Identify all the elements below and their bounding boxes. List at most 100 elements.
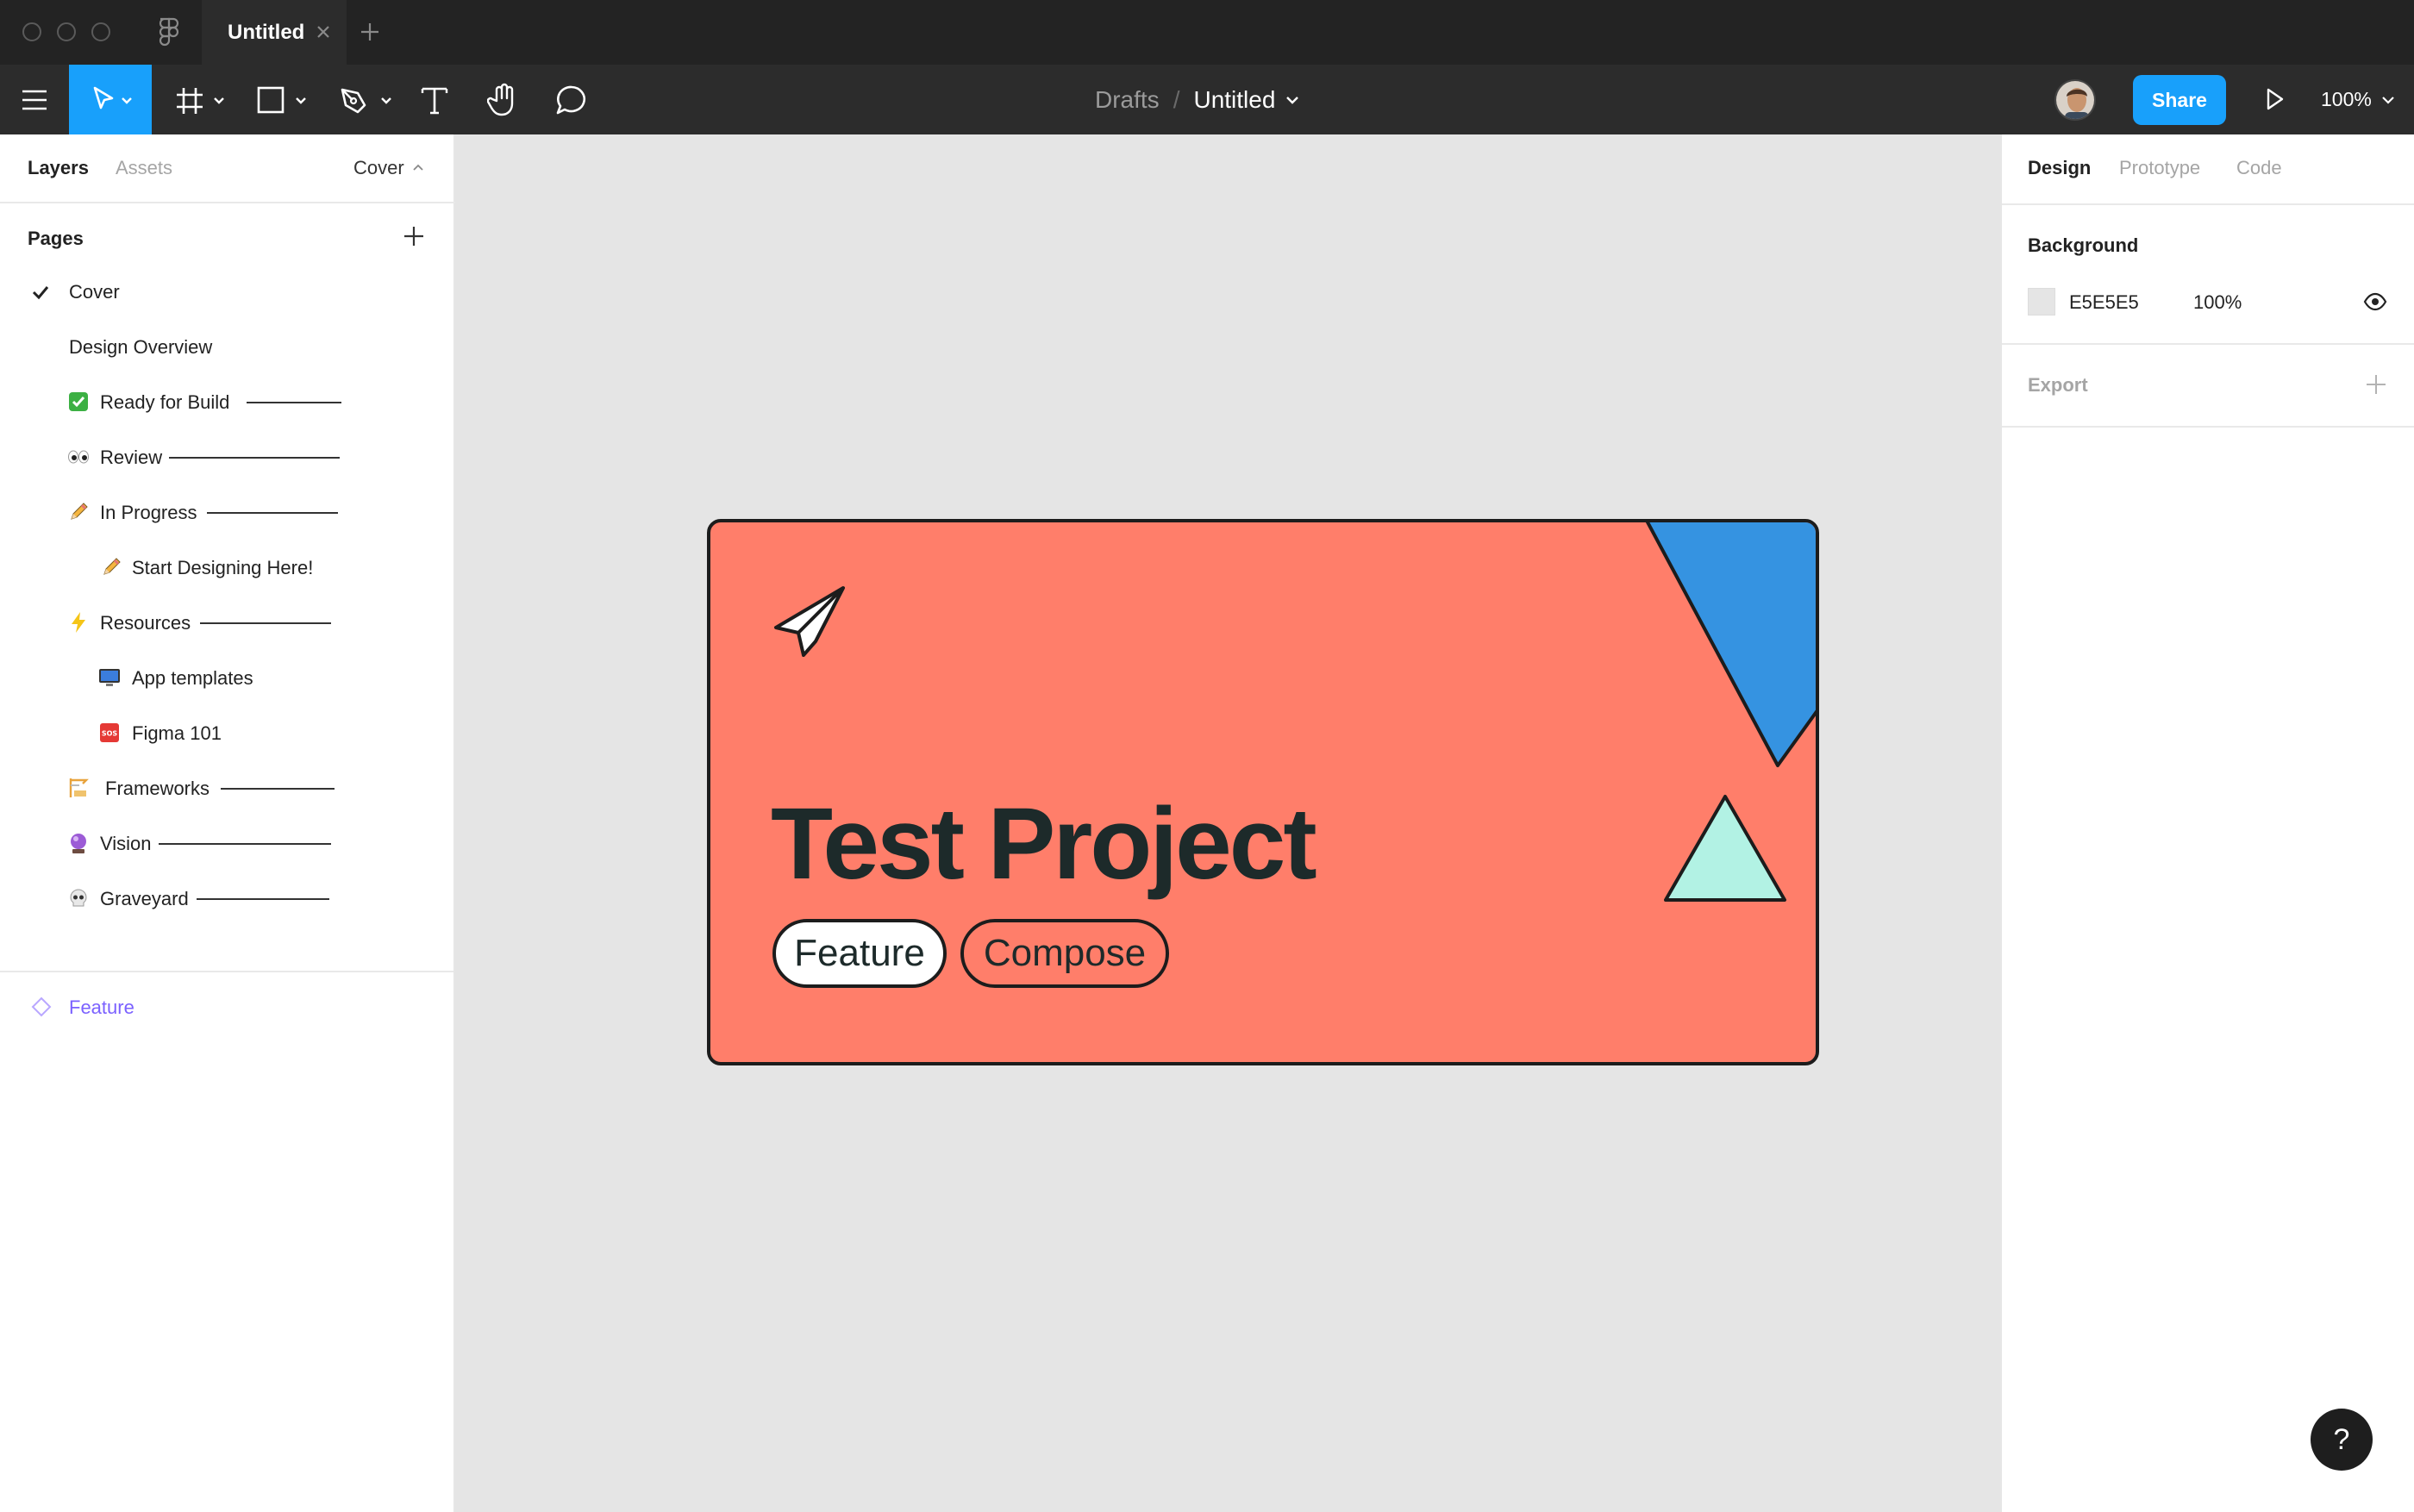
present-play-icon[interactable] bbox=[2257, 82, 2292, 116]
page-item-ready-for-build[interactable]: Ready for Build bbox=[0, 374, 453, 429]
layer-item-feature[interactable]: Feature bbox=[0, 986, 453, 1028]
export-section-title: Export bbox=[2028, 374, 2088, 396]
minimize-window-button[interactable] bbox=[57, 22, 76, 41]
hamburger-icon bbox=[22, 90, 47, 109]
computer-emoji-icon bbox=[98, 666, 121, 689]
figma-logo-icon[interactable] bbox=[155, 17, 183, 48]
cover-frame[interactable]: Test Project Feature Compose bbox=[707, 519, 1819, 1065]
zoom-menu[interactable]: 100% bbox=[2321, 65, 2398, 134]
maximize-window-button[interactable] bbox=[91, 22, 110, 41]
construction-emoji-icon bbox=[67, 777, 90, 799]
new-tab-icon[interactable] bbox=[357, 19, 383, 45]
current-page-label: Cover bbox=[353, 157, 404, 178]
component-instance-icon bbox=[31, 997, 52, 1017]
file-tab[interactable]: Untitled bbox=[202, 0, 347, 65]
page-item-graveyard[interactable]: Graveyard bbox=[0, 871, 453, 926]
page-label: Cover bbox=[69, 281, 120, 303]
move-tool-button[interactable] bbox=[69, 65, 152, 134]
comment-tool-button[interactable] bbox=[548, 65, 595, 134]
tab-assets[interactable]: Assets bbox=[116, 157, 172, 179]
shape-tool-button[interactable] bbox=[250, 65, 317, 134]
chevron-down-icon[interactable] bbox=[1282, 90, 1303, 110]
pen-tool-button[interactable] bbox=[333, 65, 402, 134]
background-hex-input[interactable]: E5E5E5 bbox=[2069, 291, 2139, 314]
text-tool-button[interactable] bbox=[414, 65, 455, 134]
page-label: Start Designing Here! bbox=[132, 557, 314, 578]
design-canvas[interactable]: Test Project Feature Compose bbox=[455, 134, 2000, 1512]
background-opacity-input[interactable]: 100% bbox=[2193, 291, 2242, 314]
eyes-emoji-icon bbox=[67, 446, 90, 468]
page-item-vision[interactable]: Vision bbox=[0, 815, 453, 871]
panel-divider bbox=[0, 971, 453, 972]
eye-icon[interactable] bbox=[2362, 290, 2388, 314]
left-sidebar: Layers Assets Cover Pages Cover Design O… bbox=[0, 134, 455, 1512]
page-label: Ready for Build bbox=[100, 391, 230, 413]
page-item-cover[interactable]: Cover bbox=[0, 264, 453, 319]
comment-icon bbox=[556, 85, 585, 114]
page-item-design-overview[interactable]: Design Overview bbox=[0, 319, 453, 374]
skull-emoji-icon bbox=[67, 887, 90, 909]
frame-tool-button[interactable] bbox=[169, 65, 235, 134]
pages-header: Pages bbox=[28, 228, 84, 249]
divider-line bbox=[200, 622, 331, 624]
hand-icon bbox=[487, 83, 514, 116]
current-page-toggle[interactable]: Cover bbox=[353, 157, 425, 179]
text-icon bbox=[421, 87, 448, 114]
hand-tool-button[interactable] bbox=[481, 65, 526, 134]
tab-prototype[interactable]: Prototype bbox=[2119, 157, 2200, 179]
lightning-emoji-icon bbox=[67, 611, 90, 634]
svg-text:SOS: SOS bbox=[102, 730, 118, 738]
page-item-start-designing[interactable]: Start Designing Here! bbox=[0, 540, 453, 595]
main-menu-button[interactable] bbox=[0, 65, 69, 134]
tab-design[interactable]: Design bbox=[2028, 157, 2091, 179]
title-bar: Untitled bbox=[0, 0, 2414, 65]
layer-label: Feature bbox=[69, 997, 134, 1018]
close-tab-icon[interactable] bbox=[312, 21, 335, 43]
left-panel-tabs: Layers Assets Cover bbox=[0, 134, 455, 203]
background-section-title: Background bbox=[2028, 234, 2139, 256]
page-label: In Progress bbox=[100, 502, 197, 523]
chevron-down-icon bbox=[2382, 96, 2394, 104]
page-item-in-progress[interactable]: In Progress bbox=[0, 484, 453, 540]
add-page-icon[interactable] bbox=[402, 224, 426, 248]
close-window-button[interactable] bbox=[22, 22, 41, 41]
properties-tabs: Design Prototype Code bbox=[2002, 134, 2414, 205]
feature-tag: Feature bbox=[772, 919, 947, 988]
breadcrumb-separator: / bbox=[1173, 85, 1180, 113]
share-button[interactable]: Share bbox=[2133, 75, 2226, 125]
page-item-resources[interactable]: Resources bbox=[0, 595, 453, 650]
rectangle-icon bbox=[257, 86, 306, 113]
page-item-app-templates[interactable]: App templates bbox=[0, 650, 453, 705]
chevron-up-icon bbox=[413, 164, 423, 171]
pen-icon bbox=[341, 88, 391, 113]
page-label: Resources bbox=[100, 612, 191, 634]
divider-line bbox=[221, 788, 335, 790]
tab-code[interactable]: Code bbox=[2236, 157, 2282, 179]
help-button[interactable]: ? bbox=[2311, 1409, 2373, 1471]
page-item-review[interactable]: Review bbox=[0, 429, 453, 484]
frame-icon bbox=[177, 87, 224, 114]
page-label: Figma 101 bbox=[132, 722, 222, 744]
page-item-figma-101[interactable]: SOS Figma 101 bbox=[0, 705, 453, 760]
breadcrumb-drafts-link[interactable]: Drafts bbox=[1095, 86, 1160, 114]
background-color-swatch[interactable] bbox=[2028, 288, 2055, 316]
page-label: Graveyard bbox=[100, 888, 189, 909]
divider-line bbox=[247, 402, 341, 403]
file-name-menu[interactable]: Untitled bbox=[1193, 86, 1275, 114]
panel-divider bbox=[2002, 426, 2414, 428]
compose-tag: Compose bbox=[960, 919, 1169, 988]
page-label: App templates bbox=[132, 667, 253, 689]
divider-line bbox=[197, 898, 329, 900]
cover-title: Test Project bbox=[771, 787, 1317, 901]
check-box-emoji-icon bbox=[67, 390, 90, 413]
tab-layers[interactable]: Layers bbox=[28, 157, 89, 179]
add-export-icon[interactable] bbox=[2364, 372, 2388, 397]
divider-line bbox=[159, 843, 331, 845]
page-label: Review bbox=[100, 447, 163, 468]
page-label: Vision bbox=[100, 833, 152, 854]
page-item-frameworks[interactable]: Frameworks bbox=[0, 760, 453, 815]
right-sidebar: Design Prototype Code Background E5E5E5 … bbox=[2000, 134, 2414, 1512]
panel-divider bbox=[2002, 343, 2414, 345]
user-avatar[interactable] bbox=[2054, 79, 2096, 121]
checkmark-icon bbox=[32, 286, 49, 300]
